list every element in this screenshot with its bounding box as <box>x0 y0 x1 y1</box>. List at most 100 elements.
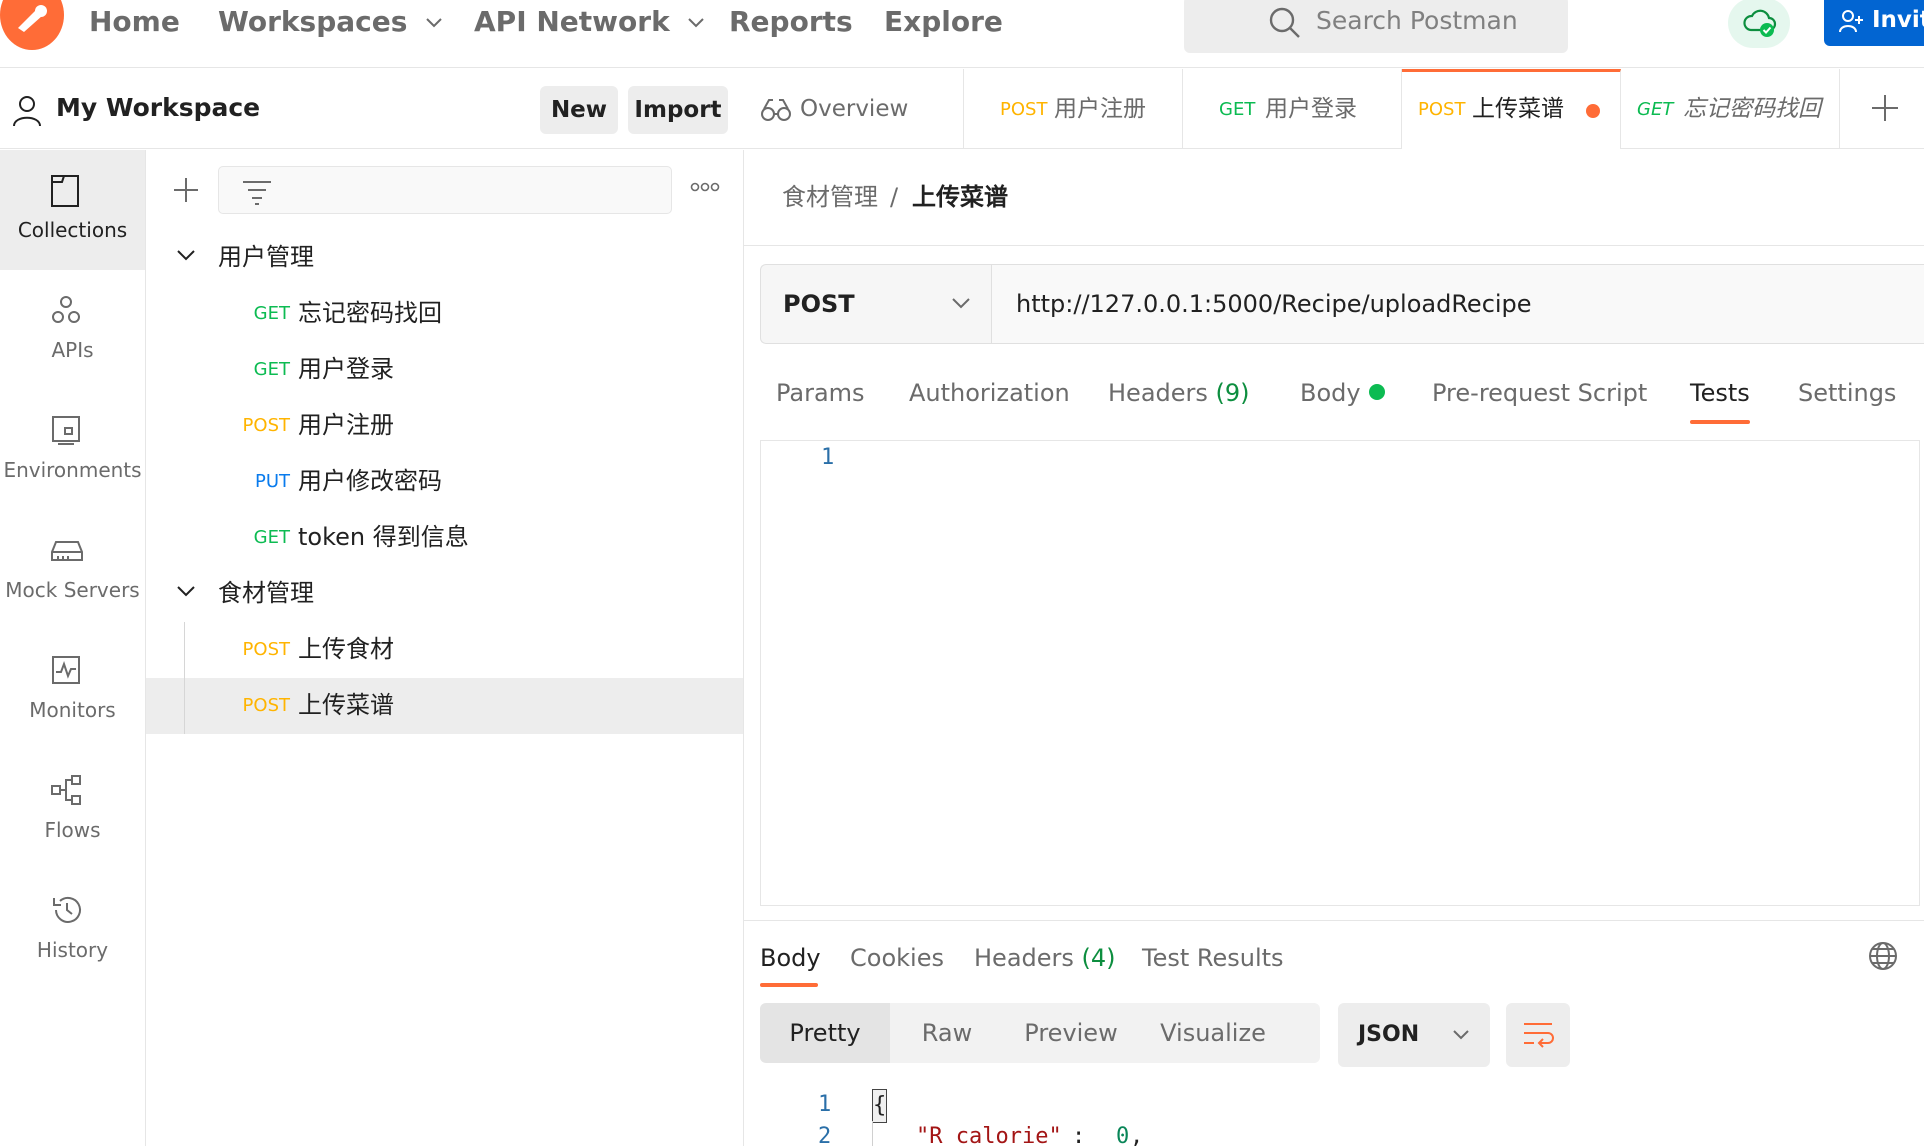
nav-home[interactable]: Home <box>89 4 180 40</box>
tab-request[interactable]: GET 用户登录 <box>1183 69 1402 149</box>
person-icon <box>13 96 41 127</box>
workspace-header: My Workspace New Import <box>0 69 744 149</box>
headers-count: (9) <box>1215 379 1250 407</box>
folder-row[interactable]: 用户管理 <box>146 230 743 286</box>
line-number: 2 <box>818 1124 832 1146</box>
tab-request-active[interactable]: POST 上传菜谱 <box>1402 69 1621 149</box>
request-row[interactable]: POST 上传食材 <box>146 622 743 678</box>
sidebar-item-collections[interactable]: Collections <box>0 150 145 270</box>
tab-overview[interactable]: Overview <box>744 69 964 149</box>
apis-icon <box>52 296 80 323</box>
breadcrumb: 食材管理 / 上传菜谱 <box>744 150 1924 246</box>
new-tab-icon[interactable] <box>1870 93 1900 123</box>
tab-authorization[interactable]: Authorization <box>909 376 1070 410</box>
nav-explore[interactable]: Explore <box>884 4 1003 40</box>
request-name: 忘记密码找回 <box>298 299 442 327</box>
response-tab-headers[interactable]: Headers (4) <box>974 941 1116 975</box>
history-icon <box>53 896 81 923</box>
tab-request[interactable]: POST 用户注册 <box>964 69 1183 149</box>
postman-logo-icon[interactable] <box>0 0 64 50</box>
sidebar-icon-nav: Collections APIs Environments Mock Serve… <box>0 150 146 1146</box>
chevron-down-icon <box>688 18 705 28</box>
view-pretty[interactable]: Pretty <box>760 1003 890 1063</box>
request-row[interactable]: GET 忘记密码找回 <box>146 286 743 342</box>
request-name: 上传食材 <box>298 635 394 663</box>
active-tab-indicator <box>760 983 818 987</box>
import-button[interactable]: Import <box>628 86 728 134</box>
flows-icon <box>51 775 81 805</box>
view-raw[interactable]: Raw <box>890 1003 1004 1063</box>
nav-workspaces[interactable]: Workspaces <box>218 4 443 40</box>
unsaved-changes-dot <box>1586 104 1600 118</box>
folder-row[interactable]: 食材管理 <box>146 566 743 622</box>
globe-icon[interactable] <box>1868 941 1898 971</box>
request-tabs: Overview POST 用户注册 GET 用户登录 POST 上传菜谱 GE… <box>744 69 1924 149</box>
request-name: 用户注册 <box>298 411 394 439</box>
tab-tests[interactable]: Tests <box>1690 376 1750 410</box>
request-row-selected[interactable]: POST 上传菜谱 <box>146 678 743 734</box>
view-visualize[interactable]: Visualize <box>1138 1003 1288 1063</box>
invite-button[interactable]: Invite <box>1824 0 1924 46</box>
global-search[interactable]: Search Postman <box>1184 0 1568 53</box>
response-tab-test-results[interactable]: Test Results <box>1142 941 1284 975</box>
sync-status-button[interactable] <box>1728 0 1790 48</box>
filter-input[interactable] <box>218 166 672 214</box>
add-collection-icon[interactable] <box>172 176 200 204</box>
url-input[interactable]: http://127.0.0.1:5000/Recipe/uploadRecip… <box>992 265 1924 343</box>
collections-icon <box>51 175 79 207</box>
view-preview[interactable]: Preview <box>1004 1003 1138 1063</box>
sidebar-item-history[interactable]: History <box>0 870 145 990</box>
new-button[interactable]: New <box>540 86 618 134</box>
nav-api-network[interactable]: API Network <box>474 4 705 40</box>
request-row[interactable]: PUT 用户修改密码 <box>146 454 743 510</box>
sidebar-item-monitors[interactable]: Monitors <box>0 630 145 750</box>
tab-body[interactable]: Body <box>1300 376 1361 410</box>
breadcrumb-current[interactable]: 上传菜谱 <box>912 180 1008 214</box>
tab-settings[interactable]: Settings <box>1798 376 1896 410</box>
method-badge: POST <box>242 639 290 660</box>
response-panel: Body Cookies Headers (4) Test Results Pr… <box>744 920 1924 1146</box>
request-row[interactable]: GET 用户登录 <box>146 342 743 398</box>
sidebar-item-mock-servers[interactable]: Mock Servers <box>0 510 145 630</box>
request-name: 上传菜谱 <box>298 691 394 719</box>
sidebar-item-flows[interactable]: Flows <box>0 750 145 870</box>
indent-guide <box>872 1121 873 1146</box>
search-icon <box>1269 7 1300 38</box>
line-number: 1 <box>818 1092 832 1117</box>
tree-indent-guide <box>184 622 185 734</box>
method-badge: GET <box>253 527 290 548</box>
request-row[interactable]: POST 用户注册 <box>146 398 743 454</box>
tab-params[interactable]: Params <box>776 376 865 410</box>
top-nav: Home Workspaces API Network Reports Expl… <box>0 0 1924 68</box>
search-placeholder: Search Postman <box>1316 6 1518 35</box>
more-options-icon[interactable] <box>690 182 720 192</box>
nav-reports[interactable]: Reports <box>729 4 853 40</box>
json-value: 0 <box>1116 1124 1130 1146</box>
format-select[interactable]: JSON <box>1338 1003 1490 1067</box>
workspace-title[interactable]: My Workspace <box>56 91 260 125</box>
json-brace: { <box>872 1089 888 1123</box>
sidebar-item-apis[interactable]: APIs <box>0 270 145 390</box>
chevron-down-icon <box>1453 1030 1469 1040</box>
response-view-switcher: Pretty Raw Preview Visualize <box>760 1003 1320 1063</box>
method-badge: POST <box>242 695 290 716</box>
monitors-icon <box>52 656 80 684</box>
response-tab-body[interactable]: Body <box>760 941 821 975</box>
response-tab-cookies[interactable]: Cookies <box>850 941 944 975</box>
request-row[interactable]: GET token 得到信息 <box>146 510 743 566</box>
sidebar-item-environments[interactable]: Environments <box>0 390 145 510</box>
mock-servers-icon <box>51 541 83 561</box>
tab-headers[interactable]: Headers (9) <box>1108 376 1250 410</box>
chevron-down-icon <box>177 586 195 597</box>
chevron-down-icon <box>952 298 970 309</box>
chevron-down-icon <box>177 250 195 261</box>
breadcrumb-parent[interactable]: 食材管理 <box>782 180 878 214</box>
tab-prerequest-script[interactable]: Pre-request Script <box>1432 376 1647 410</box>
collections-tree: 用户管理 GET 忘记密码找回 GET 用户登录 POST 用户注册 PUT 用… <box>146 150 744 1146</box>
wrap-lines-button[interactable] <box>1506 1003 1570 1067</box>
line-number: 1 <box>821 445 835 470</box>
tab-request[interactable]: GET 忘记密码找回 <box>1621 69 1840 149</box>
breadcrumb-separator: / <box>890 183 899 211</box>
tests-editor[interactable]: 1 <box>760 440 1920 906</box>
method-select[interactable]: POST <box>761 265 992 343</box>
